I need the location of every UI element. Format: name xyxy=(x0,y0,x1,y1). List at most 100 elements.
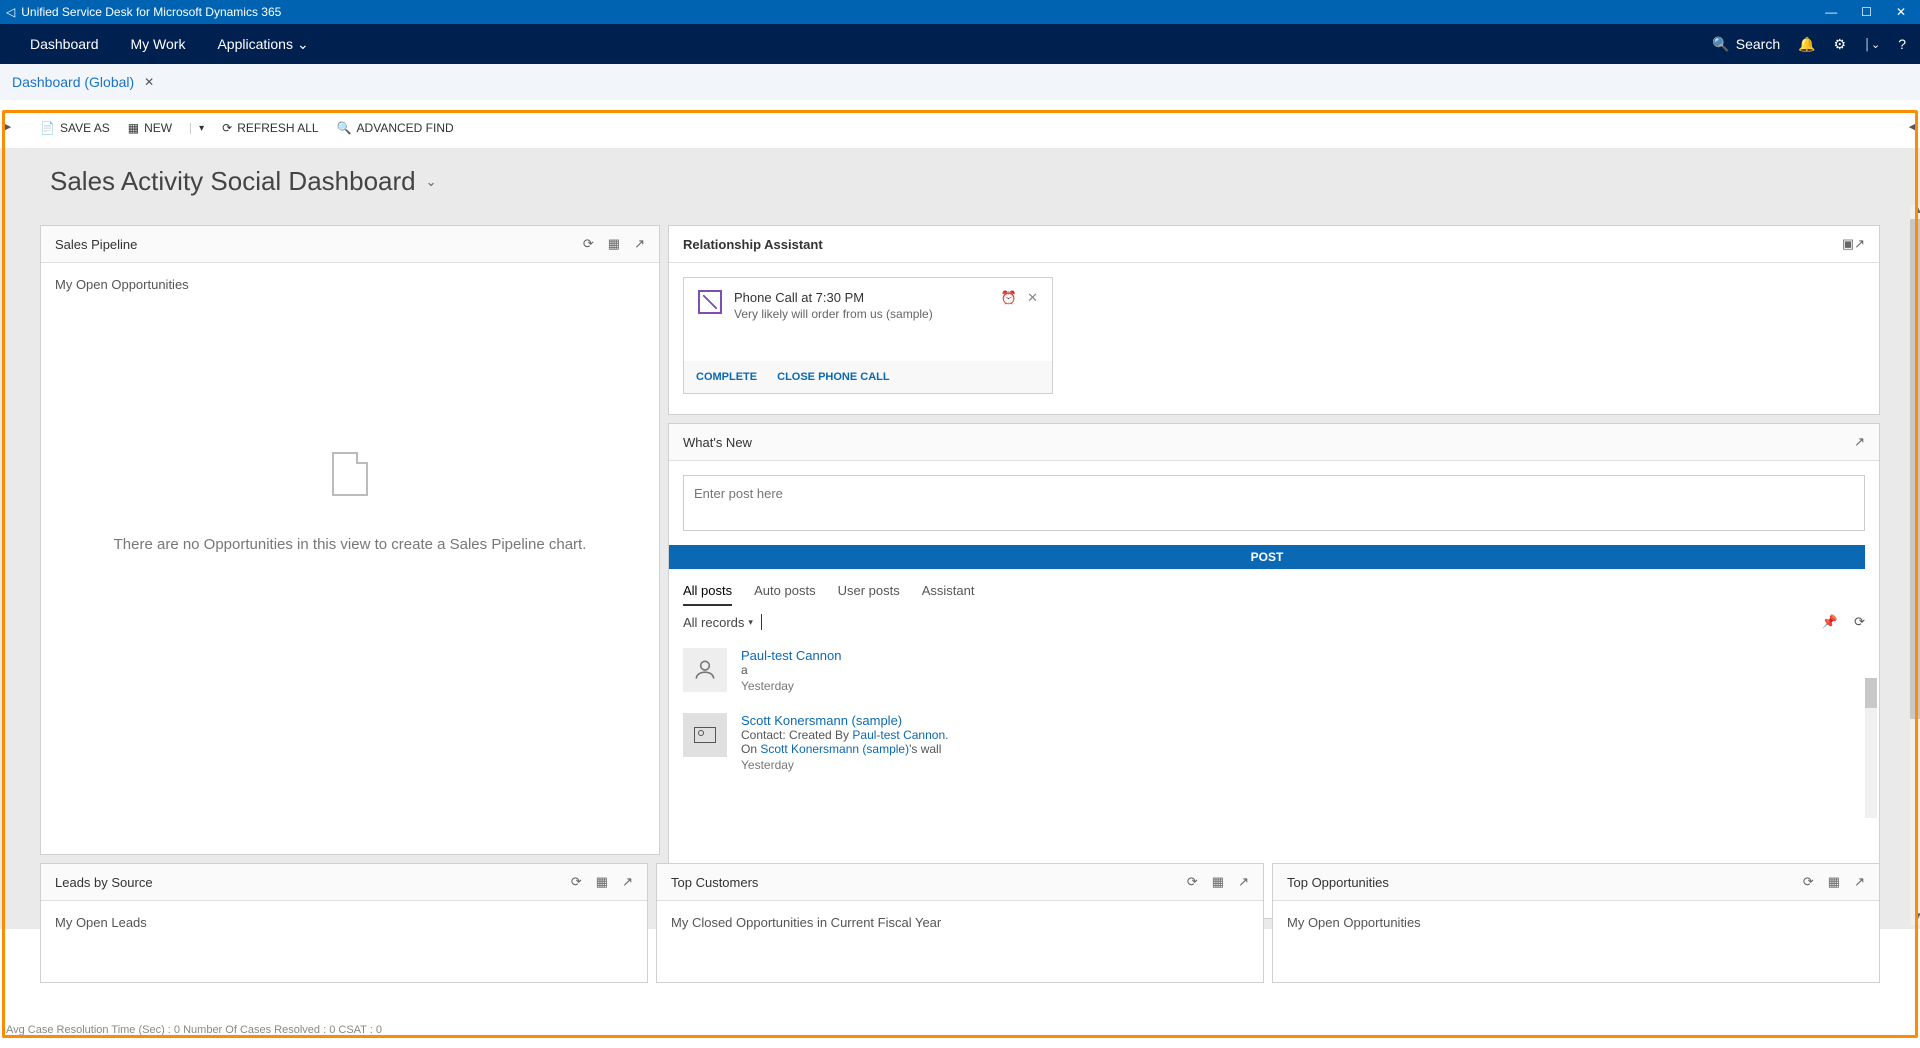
nav-applications[interactable]: Applications ⌄ xyxy=(201,36,324,53)
post-item: Paul-test Cannon a Yesterday xyxy=(683,638,1865,703)
new-button[interactable]: ▦ NEW xyxy=(128,121,172,135)
scroll-up-arrow[interactable]: ▲ xyxy=(1910,205,1920,219)
settings-dropdown-icon[interactable]: │⌄ xyxy=(1864,38,1880,51)
search-label: Search xyxy=(1736,36,1780,52)
refresh-icon[interactable]: ⟳ xyxy=(1187,874,1198,890)
app-title: Unified Service Desk for Microsoft Dynam… xyxy=(21,5,281,19)
post-button[interactable]: POST xyxy=(669,545,1865,569)
maximize-icon[interactable]: ☐ xyxy=(1861,5,1872,19)
new-dropdown[interactable]: ▾ xyxy=(190,123,204,134)
popout-icon[interactable]: ↗ xyxy=(1854,874,1865,890)
records-filter[interactable]: All records ▾ xyxy=(683,615,753,630)
close-window-icon[interactable]: ✕ xyxy=(1896,5,1906,19)
chevron-down-icon: ▾ xyxy=(748,617,753,628)
post-item: Scott Konersmann (sample) Contact: Creat… xyxy=(683,703,1865,782)
nav-my-work[interactable]: My Work xyxy=(115,36,202,52)
grid-icon[interactable]: ▦ xyxy=(596,874,608,890)
post-author[interactable]: Scott Konersmann (sample) xyxy=(741,713,948,728)
leads-title: Leads by Source xyxy=(55,875,153,890)
content-scrollbar[interactable]: ▲ ▼ xyxy=(1910,205,1920,925)
post-list: Paul-test Cannon a Yesterday Scott Ko xyxy=(669,638,1879,782)
opportunities-title: Top Opportunities xyxy=(1287,875,1389,890)
help-icon[interactable]: ? xyxy=(1898,36,1906,52)
scrollbar-thumb[interactable] xyxy=(1865,678,1877,708)
dismiss-card-icon[interactable]: ✕ xyxy=(1027,290,1038,321)
tab-all-posts[interactable]: All posts xyxy=(683,583,732,606)
leads-by-source-panel: Leads by Source ⟳ ▦ ↗ My Open Leads xyxy=(40,863,648,983)
grid-icon[interactable]: ▦ xyxy=(1212,874,1224,890)
popout-icon[interactable]: ↗ xyxy=(1854,434,1865,450)
scrollbar-thumb[interactable] xyxy=(1910,219,1920,719)
whats-new-panel: What's New ↗ POST All posts Auto posts U… xyxy=(668,423,1880,919)
sales-pipeline-subtitle: My Open Opportunities xyxy=(55,277,645,292)
assistant-card[interactable]: Phone Call at 7:30 PM Very likely will o… xyxy=(683,277,1053,394)
refresh-all-button[interactable]: ⟳ REFRESH ALL xyxy=(222,121,318,135)
status-bar: Avg Case Resolution Time (Sec) : 0 Numbe… xyxy=(0,1022,1920,1040)
card-subtitle: Very likely will order from us (sample) xyxy=(734,307,933,321)
customers-title: Top Customers xyxy=(671,875,758,890)
whats-new-title: What's New xyxy=(683,435,752,450)
top-opportunities-panel: Top Opportunities ⟳ ▦ ↗ My Open Opportun… xyxy=(1272,863,1880,983)
scroll-down-arrow[interactable]: ▼ xyxy=(1910,911,1920,925)
command-bar: 📄 SAVE AS ▦ NEW ▾ ⟳ REFRESH ALL 🔍 ADVANC… xyxy=(0,108,1920,148)
save-as-icon: 📄 xyxy=(40,121,55,135)
tab-user-posts[interactable]: User posts xyxy=(838,583,900,606)
user-avatar-icon xyxy=(683,648,727,692)
customers-subtitle: My Closed Opportunities in Current Fisca… xyxy=(671,915,1249,930)
refresh-icon[interactable]: ⟳ xyxy=(583,236,594,252)
new-label: NEW xyxy=(144,121,172,135)
empty-message: There are no Opportunities in this view … xyxy=(55,536,645,553)
sales-pipeline-panel: Sales Pipeline ⟳ ▦ ↗ My Open Opportuniti… xyxy=(40,225,660,855)
settings-gear-icon[interactable]: ⚙ xyxy=(1834,36,1847,53)
advanced-find-button[interactable]: 🔍 ADVANCED FIND xyxy=(337,121,454,135)
expand-left-panel-icon[interactable]: ▶ xyxy=(2,108,12,144)
post-input[interactable] xyxy=(683,475,1865,531)
post-author[interactable]: Paul-test Cannon xyxy=(741,648,841,663)
close-phone-call-action[interactable]: CLOSE PHONE CALL xyxy=(777,371,889,383)
refresh-icon[interactable]: ⟳ xyxy=(1854,614,1865,630)
expand-right-panel-icon[interactable]: ◀ xyxy=(1908,108,1918,144)
advanced-find-label: ADVANCED FIND xyxy=(357,121,454,135)
grid-icon[interactable]: ▦ xyxy=(1828,874,1840,890)
nav-dashboard[interactable]: Dashboard xyxy=(14,36,115,52)
pin-icon[interactable]: 📌 xyxy=(1822,614,1838,630)
rel-assist-title: Relationship Assistant xyxy=(683,237,823,252)
popout-icon[interactable]: ↗ xyxy=(622,874,633,890)
dashboard-header: Sales Activity Social Dashboard ⌄ xyxy=(0,148,1920,215)
post-body: a xyxy=(741,663,841,677)
leads-subtitle: My Open Leads xyxy=(55,915,633,930)
post-link[interactable]: Paul-test Cannon xyxy=(852,728,945,742)
chevron-down-icon: ▾ xyxy=(199,123,204,134)
tab-close-icon[interactable]: ✕ xyxy=(144,75,154,89)
refresh-icon[interactable]: ⟳ xyxy=(1803,874,1814,890)
popout-icon[interactable]: ▣↗ xyxy=(1842,236,1865,252)
global-search[interactable]: 🔍 Search xyxy=(1712,36,1780,53)
save-as-button[interactable]: 📄 SAVE AS xyxy=(40,121,110,135)
tab-dashboard-global[interactable]: Dashboard (Global) ✕ xyxy=(12,74,154,90)
refresh-icon: ⟳ xyxy=(222,121,232,135)
nav-applications-label: Applications xyxy=(217,36,293,52)
complete-action[interactable]: COMPLETE xyxy=(696,371,757,383)
post-link[interactable]: Scott Konersmann (sample) xyxy=(760,742,909,756)
minimize-icon[interactable]: — xyxy=(1825,5,1837,19)
chevron-down-icon: ⌄ xyxy=(297,36,309,53)
notification-bell-icon[interactable]: 🔔 xyxy=(1798,36,1815,53)
refresh-icon[interactable]: ⟳ xyxy=(571,874,582,890)
grid-icon[interactable]: ▦ xyxy=(608,236,620,252)
document-icon xyxy=(332,452,368,496)
tab-assistant[interactable]: Assistant xyxy=(922,583,975,606)
tab-auto-posts[interactable]: Auto posts xyxy=(754,583,815,606)
popout-icon[interactable]: ↗ xyxy=(634,236,645,252)
post-line1: Contact: Created By Paul-test Cannon. xyxy=(741,728,948,742)
dashboard-title: Sales Activity Social Dashboard xyxy=(50,166,416,197)
dashboard-selector-icon[interactable]: ⌄ xyxy=(426,174,437,190)
popout-icon[interactable]: ↗ xyxy=(1238,874,1249,890)
relationship-assistant-panel: Relationship Assistant ▣↗ Phone Call at … xyxy=(668,225,1880,415)
posts-scrollbar[interactable] xyxy=(1865,678,1877,818)
contact-card-icon xyxy=(683,713,727,757)
snooze-icon[interactable]: ⏰ xyxy=(1001,290,1017,321)
sales-pipeline-title: Sales Pipeline xyxy=(55,237,137,252)
filter-label: All records xyxy=(683,615,744,630)
binoculars-icon: 🔍 xyxy=(337,121,352,135)
dynamics-logo-icon: ◁ xyxy=(6,5,15,19)
